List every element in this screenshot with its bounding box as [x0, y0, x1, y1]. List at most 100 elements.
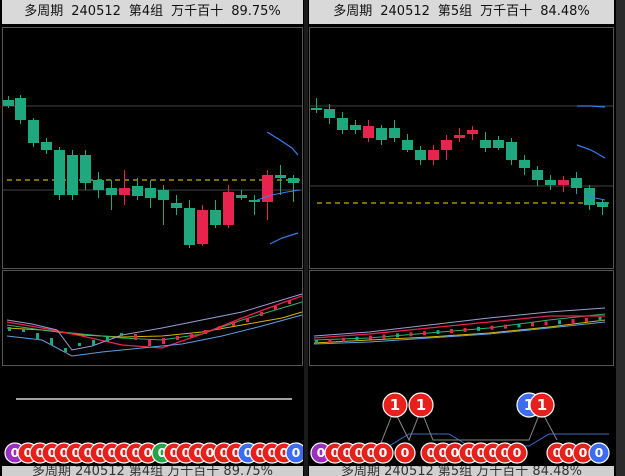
right-ball-0-label: 0 [595, 445, 604, 460]
left-indicator-bar [148, 340, 151, 346]
right-candle [350, 125, 361, 130]
right-indicator-bar [571, 319, 575, 324]
right-indicator-bar [382, 334, 386, 339]
right-indicator-bar [558, 320, 561, 325]
right-ball-0-label: 0 [565, 445, 574, 460]
right-candle [545, 180, 556, 185]
right-indicator-bar [409, 332, 413, 337]
left-bband-lower [269, 232, 299, 245]
left-indicator-bar [106, 337, 109, 342]
left-bband-upper [266, 131, 299, 156]
left-bottom-title-text: 多周期 240512 第4组 万千百十 89.75% [32, 466, 273, 476]
right-candle [389, 128, 400, 138]
right-ball-0-label: 0 [401, 445, 410, 460]
left-indicator-bar [274, 306, 277, 310]
right-candle [376, 128, 387, 140]
right-candle [337, 118, 348, 130]
left-chart-canvas[interactable]: 000000000000000000000000 [2, 0, 303, 476]
right-indicator-bar [504, 324, 507, 329]
left-indicator-bar [64, 348, 67, 352]
panel-divider[interactable] [304, 0, 308, 476]
right-candle [558, 180, 569, 185]
right-ball-0-label: 0 [579, 445, 588, 460]
vertical-scrollbar[interactable] [616, 0, 625, 476]
left-indicator-bar [162, 338, 165, 344]
left-band-lower [6, 314, 303, 357]
right-chart-panel: 多周期 240512 第5组 万千百十 84.48% 00000000000000000… [309, 0, 614, 476]
right-indicator-bar [477, 326, 480, 331]
left-candle [288, 178, 299, 183]
right-indicator-bar [355, 336, 359, 341]
right-ball-1-label: 1 [390, 396, 400, 414]
right-indicator-bar [598, 316, 602, 321]
right-candle [363, 126, 374, 138]
right-candle [506, 142, 517, 160]
right-ball-0-label: 0 [379, 445, 388, 460]
right-bband-upper [577, 105, 606, 108]
left-candle [3, 100, 14, 106]
right-indicator-bar [585, 318, 588, 322]
right-candle [597, 202, 608, 207]
right-ball-0-label: 0 [451, 445, 460, 460]
right-ball-0-label: 0 [317, 445, 326, 460]
left-candle [184, 208, 195, 245]
left-indicator-frame [2, 270, 303, 366]
right-candle [571, 178, 582, 188]
right-candle [415, 150, 426, 160]
left-candle [132, 186, 143, 196]
left-indicator-bar [190, 334, 193, 338]
right-band-upper [313, 307, 606, 337]
right-bband-mid [576, 144, 606, 159]
left-ball-0-label: 0 [292, 445, 301, 460]
left-indicator-bar [36, 333, 39, 340]
right-candle [441, 140, 452, 150]
left-candle [171, 203, 182, 208]
left-candle [223, 192, 234, 225]
left-indicator-bar [218, 326, 221, 330]
right-candle [532, 170, 543, 180]
right-chart-canvas[interactable]: 0 0 0 0 0 0 0 0 0 0 0 0 0 0 0 0 0 0 01 1 1 1 [309, 0, 614, 476]
right-indicator-bar [436, 330, 440, 335]
left-ball-0-label: 0 [206, 445, 215, 460]
left-indicator-bar [22, 329, 25, 332]
right-candle [454, 135, 465, 138]
left-candle [275, 175, 286, 178]
left-candle [93, 180, 104, 190]
left-candle [41, 142, 52, 150]
right-candle [519, 160, 530, 168]
left-indicator-bar [288, 300, 291, 304]
left-candle [249, 200, 260, 202]
left-indicator-bar [50, 338, 53, 345]
left-indicator-bar [176, 336, 179, 340]
left-bottom-title: 多周期 240512 第4组 万千百十 89.75% [2, 466, 303, 476]
right-candle [402, 140, 413, 150]
right-indicator-bar [342, 337, 345, 342]
right-indicator-bar [517, 323, 521, 328]
left-chart-panel: 多周期 240512 第4组 万千百十 89.75% 00000000000000000… [2, 0, 303, 476]
right-indicator-bar [450, 329, 453, 333]
right-candle [428, 150, 439, 160]
right-indicator-bar [369, 335, 372, 340]
left-indicator-bar [246, 318, 249, 322]
right-candle [324, 109, 335, 118]
right-bottom-title-text: 多周期 240512 第5组 万千百十 84.48% [341, 466, 582, 476]
right-indicator-bar [423, 331, 426, 336]
right-indicator-bar [396, 333, 399, 338]
left-candle [54, 150, 65, 195]
left-indicator-bar [78, 343, 81, 346]
left-candle [28, 120, 39, 143]
left-indicator-bar [134, 334, 137, 340]
right-indicator-bar [544, 321, 548, 326]
left-indicator-bar [92, 340, 95, 345]
left-indicator-bar [232, 322, 235, 326]
right-candle [480, 140, 491, 148]
right-indicator-bar [315, 340, 318, 344]
right-price-frame [309, 27, 614, 269]
left-candle [106, 188, 117, 195]
right-candle [311, 108, 322, 110]
left-candle [197, 210, 208, 244]
right-indicator-bar [463, 327, 467, 332]
right-candle [493, 140, 504, 148]
right-ball-0-label: 0 [513, 445, 522, 460]
left-indicator-bar [260, 312, 263, 316]
